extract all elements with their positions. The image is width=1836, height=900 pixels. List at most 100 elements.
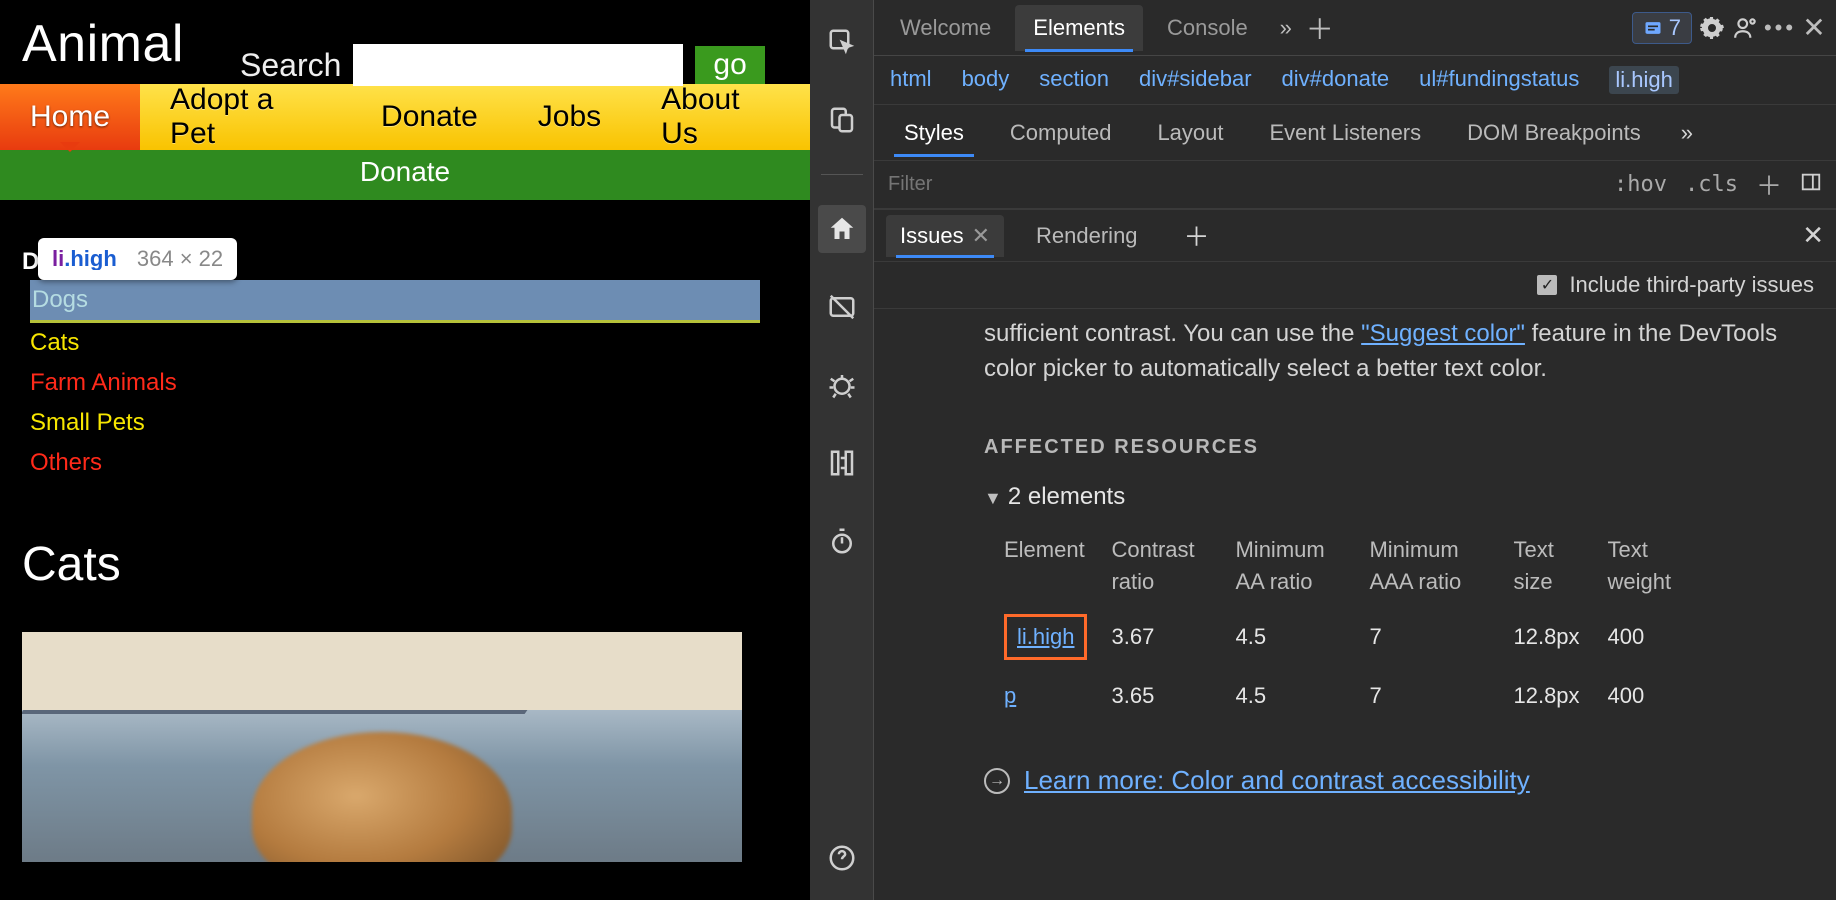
- tab-elements[interactable]: Elements: [1015, 5, 1143, 51]
- th-element: Element: [1004, 528, 1111, 604]
- more-tabs-icon[interactable]: »: [1272, 14, 1300, 42]
- breadcrumb-item[interactable]: ul#fundingstatus: [1419, 66, 1579, 94]
- cell-size: 12.8px: [1513, 604, 1607, 670]
- issues-badge[interactable]: 7: [1632, 12, 1692, 44]
- chevron-down-icon: ▼: [984, 485, 1002, 511]
- cls-toggle[interactable]: .cls: [1685, 172, 1738, 197]
- breadcrumb-item[interactable]: section: [1039, 66, 1109, 94]
- th-aa: Minimum AA ratio: [1235, 528, 1369, 604]
- breadcrumb-item[interactable]: div#sidebar: [1139, 66, 1252, 94]
- list-item[interactable]: Farm Animals: [30, 363, 810, 403]
- cell-weight: 400: [1607, 604, 1721, 670]
- issues-options: ✓ Include third-party issues: [874, 262, 1836, 309]
- nav-adopt[interactable]: Adopt a Pet: [140, 84, 351, 150]
- close-icon[interactable]: ✕: [1800, 14, 1828, 42]
- drawer-tab-rendering[interactable]: Rendering: [1022, 215, 1152, 257]
- search-label: Search: [240, 47, 341, 84]
- gear-icon[interactable]: [1698, 14, 1726, 42]
- close-drawer-tab-icon[interactable]: ✕: [972, 223, 990, 248]
- dom-breadcrumb: html body section div#sidebar div#donate…: [874, 56, 1836, 105]
- funding-list: Dogs Cats Farm Animals Small Pets Others: [30, 280, 810, 483]
- tab-console[interactable]: Console: [1149, 5, 1266, 51]
- cell-weight: 400: [1607, 670, 1721, 722]
- th-contrast: Contrast ratio: [1111, 528, 1235, 604]
- list-item[interactable]: Cats: [30, 323, 810, 363]
- table-row: p 3.65 4.5 7 12.8px 400: [1004, 670, 1721, 722]
- issue-description: sufficient contrast. You can use the "Su…: [984, 317, 1808, 387]
- donate-banner[interactable]: Donate: [0, 150, 810, 200]
- drawer-tab-issues[interactable]: Issues ✕: [886, 215, 1004, 257]
- home-icon[interactable]: [818, 205, 866, 253]
- devtools-dock: [810, 0, 874, 900]
- nav-donate[interactable]: Donate: [351, 84, 508, 150]
- tab-welcome[interactable]: Welcome: [882, 5, 1009, 51]
- nav-about[interactable]: About Us: [631, 84, 810, 150]
- nav-home[interactable]: Home: [0, 84, 140, 150]
- table-row: li.high 3.67 4.5 7 12.8px 400: [1004, 604, 1721, 670]
- affected-table: Element Contrast ratio Minimum AA ratio …: [1004, 528, 1721, 722]
- affected-element-link[interactable]: p: [1004, 683, 1016, 708]
- transfer-icon[interactable]: [818, 439, 866, 487]
- th-size: Text size: [1513, 528, 1607, 604]
- drawer: Issues ✕ Rendering ＋ ✕ ✓ Include third-pa…: [874, 209, 1836, 800]
- breadcrumb-item[interactable]: body: [962, 66, 1010, 94]
- cat-photo: [22, 632, 742, 862]
- subtab-eventlisteners[interactable]: Event Listeners: [1252, 110, 1440, 156]
- suggest-color-link[interactable]: "Suggest color": [1361, 320, 1525, 347]
- account-icon[interactable]: [1732, 14, 1760, 42]
- stopwatch-icon[interactable]: [818, 517, 866, 565]
- device-icon[interactable]: [818, 96, 866, 144]
- add-tab-icon[interactable]: ＋: [1306, 14, 1334, 42]
- affected-element-link[interactable]: li.high: [1004, 614, 1087, 660]
- issue-text: sufficient contrast. You can use the: [984, 320, 1361, 347]
- devtools-panels: Welcome Elements Console » ＋ 7 ••• ✕ htm…: [874, 0, 1836, 900]
- subtab-dombreakpoints[interactable]: DOM Breakpoints: [1449, 110, 1659, 156]
- styles-filter-input[interactable]: [888, 173, 1596, 196]
- cell-aa: 4.5: [1235, 670, 1369, 722]
- arrow-circle-icon: →: [984, 768, 1010, 794]
- learn-more-row: → Learn more: Color and contrast accessi…: [984, 762, 1808, 800]
- list-item[interactable]: Small Pets: [30, 403, 810, 443]
- breadcrumb-item[interactable]: html: [890, 66, 932, 94]
- subtab-layout[interactable]: Layout: [1139, 110, 1241, 156]
- affected-count: 2 elements: [1008, 483, 1125, 510]
- main-nav: Home Adopt a Pet Donate Jobs About Us: [0, 84, 810, 150]
- inspect-tooltip: li.high 364 × 22: [38, 238, 237, 280]
- affected-disclose[interactable]: ▼2 elements: [984, 480, 1808, 515]
- inspect-icon[interactable]: [818, 18, 866, 66]
- help-icon[interactable]: [818, 834, 866, 882]
- breadcrumb-item-selected[interactable]: li.high: [1609, 66, 1678, 94]
- more-icon[interactable]: •••: [1766, 14, 1794, 42]
- section-heading-cats: Cats: [22, 537, 810, 592]
- cell-contrast: 3.65: [1111, 670, 1235, 722]
- cell-contrast: 3.67: [1111, 604, 1235, 670]
- learn-more-link[interactable]: Learn more: Color and contrast accessibi…: [1024, 762, 1530, 800]
- drawer-tabstrip: Issues ✕ Rendering ＋ ✕: [874, 210, 1836, 262]
- add-rule-icon[interactable]: ＋: [1756, 166, 1782, 203]
- close-drawer-icon[interactable]: ✕: [1802, 220, 1824, 251]
- table-header-row: Element Contrast ratio Minimum AA ratio …: [1004, 528, 1721, 604]
- search-bar: Search go: [240, 44, 765, 86]
- subtab-styles[interactable]: Styles: [886, 110, 982, 156]
- list-item[interactable]: Others: [30, 443, 810, 483]
- go-button[interactable]: go: [695, 46, 764, 84]
- more-subtabs-icon[interactable]: »: [1681, 120, 1693, 146]
- add-drawer-tab-icon[interactable]: ＋: [1184, 217, 1210, 254]
- drawer-tab-label: Issues: [900, 223, 964, 248]
- subtab-computed[interactable]: Computed: [992, 110, 1130, 156]
- hov-toggle[interactable]: :hov: [1614, 172, 1667, 197]
- styles-filterbar: :hov .cls ＋: [874, 161, 1836, 209]
- tooltip-dimensions: 364 × 22: [137, 246, 223, 271]
- include-tp-checkbox[interactable]: ✓: [1537, 275, 1557, 295]
- affected-resources-heading: AFFECTED RESOURCES: [984, 433, 1808, 462]
- styles-tabstrip: Styles Computed Layout Event Listeners D…: [874, 105, 1836, 161]
- cell-size: 12.8px: [1513, 670, 1607, 722]
- th-aaa: Minimum AAA ratio: [1369, 528, 1513, 604]
- list-item[interactable]: Dogs: [30, 280, 760, 323]
- search-input[interactable]: [353, 44, 683, 86]
- breadcrumb-item[interactable]: div#donate: [1282, 66, 1390, 94]
- bug-icon[interactable]: [818, 361, 866, 409]
- image-off-icon[interactable]: [818, 283, 866, 331]
- sidebar-toggle-icon[interactable]: [1800, 171, 1822, 199]
- nav-jobs[interactable]: Jobs: [508, 84, 631, 150]
